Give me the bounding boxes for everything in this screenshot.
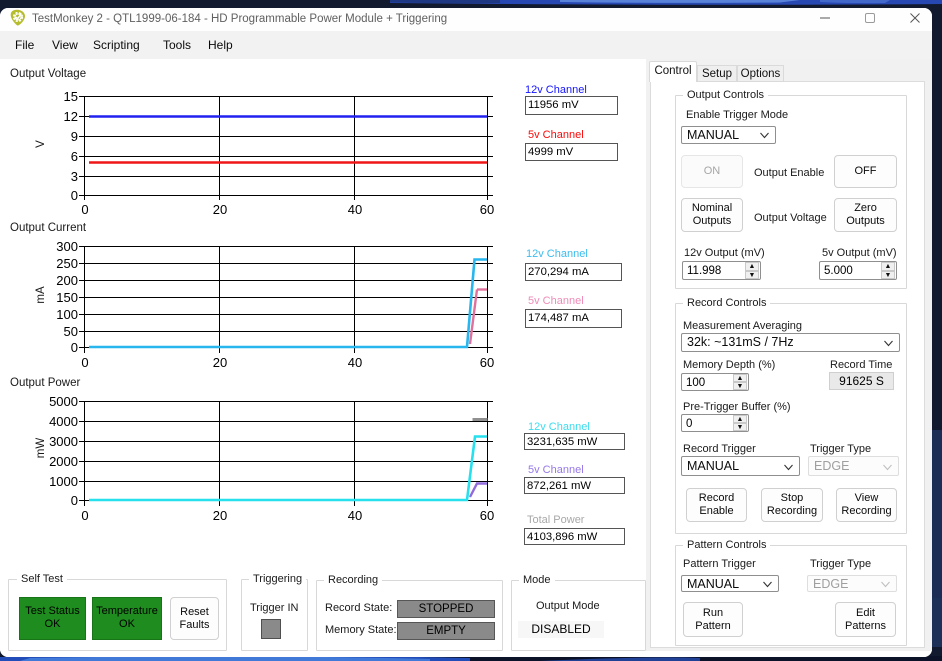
svg-text:150: 150	[56, 290, 78, 305]
svg-text:40: 40	[348, 202, 362, 217]
svg-text:15: 15	[64, 89, 78, 104]
svg-text:200: 200	[56, 273, 78, 288]
svg-text:5000: 5000	[49, 394, 78, 409]
svg-text:100: 100	[56, 307, 78, 322]
svg-text:40: 40	[348, 508, 362, 523]
svg-text:3: 3	[71, 169, 78, 184]
svg-text:0: 0	[71, 340, 78, 355]
svg-text:6: 6	[71, 149, 78, 164]
svg-text:4000: 4000	[49, 414, 78, 429]
svg-text:40: 40	[348, 355, 362, 370]
svg-text:2000: 2000	[49, 454, 78, 469]
svg-text:Output Current: Output Current	[10, 222, 87, 234]
svg-text:3000: 3000	[49, 434, 78, 449]
svg-text:0: 0	[71, 188, 78, 203]
svg-text:20: 20	[213, 508, 227, 523]
svg-text:V: V	[35, 140, 47, 148]
svg-text:0: 0	[81, 355, 88, 370]
svg-text:0: 0	[81, 508, 88, 523]
svg-text:20: 20	[213, 355, 227, 370]
svg-text:Output Power: Output Power	[10, 377, 80, 389]
svg-text:0: 0	[81, 202, 88, 217]
svg-text:60: 60	[480, 355, 494, 370]
svg-text:50: 50	[64, 324, 78, 339]
svg-text:20: 20	[213, 202, 227, 217]
svg-text:mA: mA	[35, 286, 47, 304]
svg-text:9: 9	[71, 129, 78, 144]
svg-text:300: 300	[56, 239, 78, 254]
svg-text:60: 60	[480, 202, 494, 217]
svg-text:1000: 1000	[49, 474, 78, 489]
svg-text:mW: mW	[35, 438, 47, 459]
svg-text:0: 0	[71, 493, 78, 508]
svg-text:Output Voltage: Output Voltage	[10, 68, 86, 80]
svg-text:12: 12	[64, 109, 78, 124]
svg-text:250: 250	[56, 256, 78, 271]
svg-text:60: 60	[480, 508, 494, 523]
